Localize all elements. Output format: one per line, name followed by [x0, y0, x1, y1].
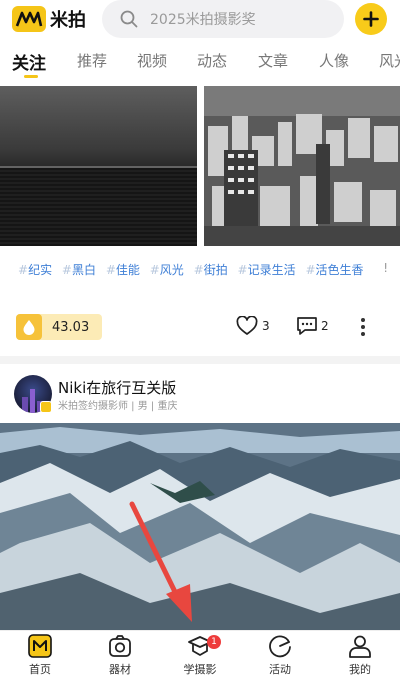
- tab-moments[interactable]: 动态: [197, 50, 227, 71]
- plus-icon: [363, 11, 379, 27]
- nav-label: 器材: [109, 663, 131, 676]
- nav-label: 我的: [349, 663, 371, 676]
- photo-sea: [0, 168, 197, 246]
- tab-landscape[interactable]: 风光: [379, 50, 400, 71]
- nav-home[interactable]: 首页: [10, 633, 70, 677]
- tab-recommended[interactable]: 推荐: [77, 50, 107, 71]
- like-count: 3: [262, 319, 270, 333]
- comment-icon[interactable]: [296, 316, 318, 336]
- tag-item[interactable]: #纪实: [18, 263, 52, 277]
- logo-mark-icon: [12, 6, 46, 32]
- feed-tabs: 关注 推荐 视频 动态 文章 人像 风光: [0, 50, 400, 78]
- tab-video[interactable]: 视频: [137, 50, 167, 71]
- app-logo[interactable]: 米拍: [12, 6, 86, 32]
- tag-item[interactable]: #黑白: [62, 263, 96, 277]
- search-placeholder: 2025米拍摄影奖: [150, 12, 256, 28]
- user-icon: [349, 635, 371, 658]
- nav-equipment[interactable]: 器材: [90, 633, 150, 677]
- post-photo-seascape[interactable]: [0, 86, 197, 246]
- cityscape-image: [204, 86, 400, 246]
- tag-item[interactable]: #街拍: [194, 263, 228, 277]
- post-photo-mountains[interactable]: [0, 423, 400, 630]
- search-bar[interactable]: 2025米拍摄影奖: [102, 0, 344, 38]
- tags-overflow-marker: !: [383, 261, 388, 275]
- nav-profile[interactable]: 我的: [330, 633, 390, 677]
- tag-item[interactable]: #佳能: [106, 263, 140, 277]
- comment-count: 2: [321, 319, 329, 333]
- top-bar: 米拍 2025米拍摄影奖: [0, 0, 400, 40]
- home-m-icon: [28, 634, 52, 658]
- post-divider: [0, 356, 400, 364]
- tab-portrait[interactable]: 人像: [319, 50, 349, 71]
- nav-label: 活动: [269, 663, 291, 676]
- nav-label: 首页: [29, 663, 51, 676]
- author-meta: 米拍签约摄影师 | 男 | 重庆: [58, 401, 178, 412]
- author-name[interactable]: Niki在旅行互关版: [58, 377, 176, 398]
- post-photo-cityscape[interactable]: [204, 86, 400, 246]
- tab-articles[interactable]: 文章: [258, 50, 288, 71]
- tag-item[interactable]: #记录生活: [238, 263, 296, 277]
- pointer-arrow-icon: [129, 501, 192, 622]
- mountains-image: [0, 423, 400, 630]
- tag-item[interactable]: #活色生香: [305, 263, 363, 277]
- post-tags: #纪实 #黑白 #佳能 #风光 #街拍 #记录生活 #活色生香 !: [18, 261, 388, 279]
- heart-icon[interactable]: [236, 316, 258, 336]
- activity-circle-icon: [269, 635, 291, 658]
- coin-badge[interactable]: 43.03: [16, 314, 102, 340]
- tag-item[interactable]: #风光: [150, 263, 184, 277]
- active-tab-indicator: [24, 75, 38, 78]
- verified-badge-icon: [40, 401, 52, 413]
- app-name: 米拍: [50, 10, 86, 31]
- nav-label: 学摄影: [183, 663, 217, 676]
- nav-activities[interactable]: 活动: [250, 633, 310, 677]
- create-post-button[interactable]: [355, 3, 387, 35]
- notification-badge: 1: [207, 635, 221, 649]
- coin-value: 43.03: [52, 319, 90, 335]
- more-options-icon[interactable]: [358, 316, 368, 338]
- nav-learn[interactable]: 1 学摄影: [170, 633, 230, 677]
- camera-icon: [109, 635, 131, 657]
- drop-coin-icon: [16, 314, 42, 340]
- search-icon: [120, 10, 138, 28]
- tab-following[interactable]: 关注: [12, 49, 46, 74]
- bottom-navigation: 首页 器材 1 学摄影 活动 我的: [0, 630, 400, 678]
